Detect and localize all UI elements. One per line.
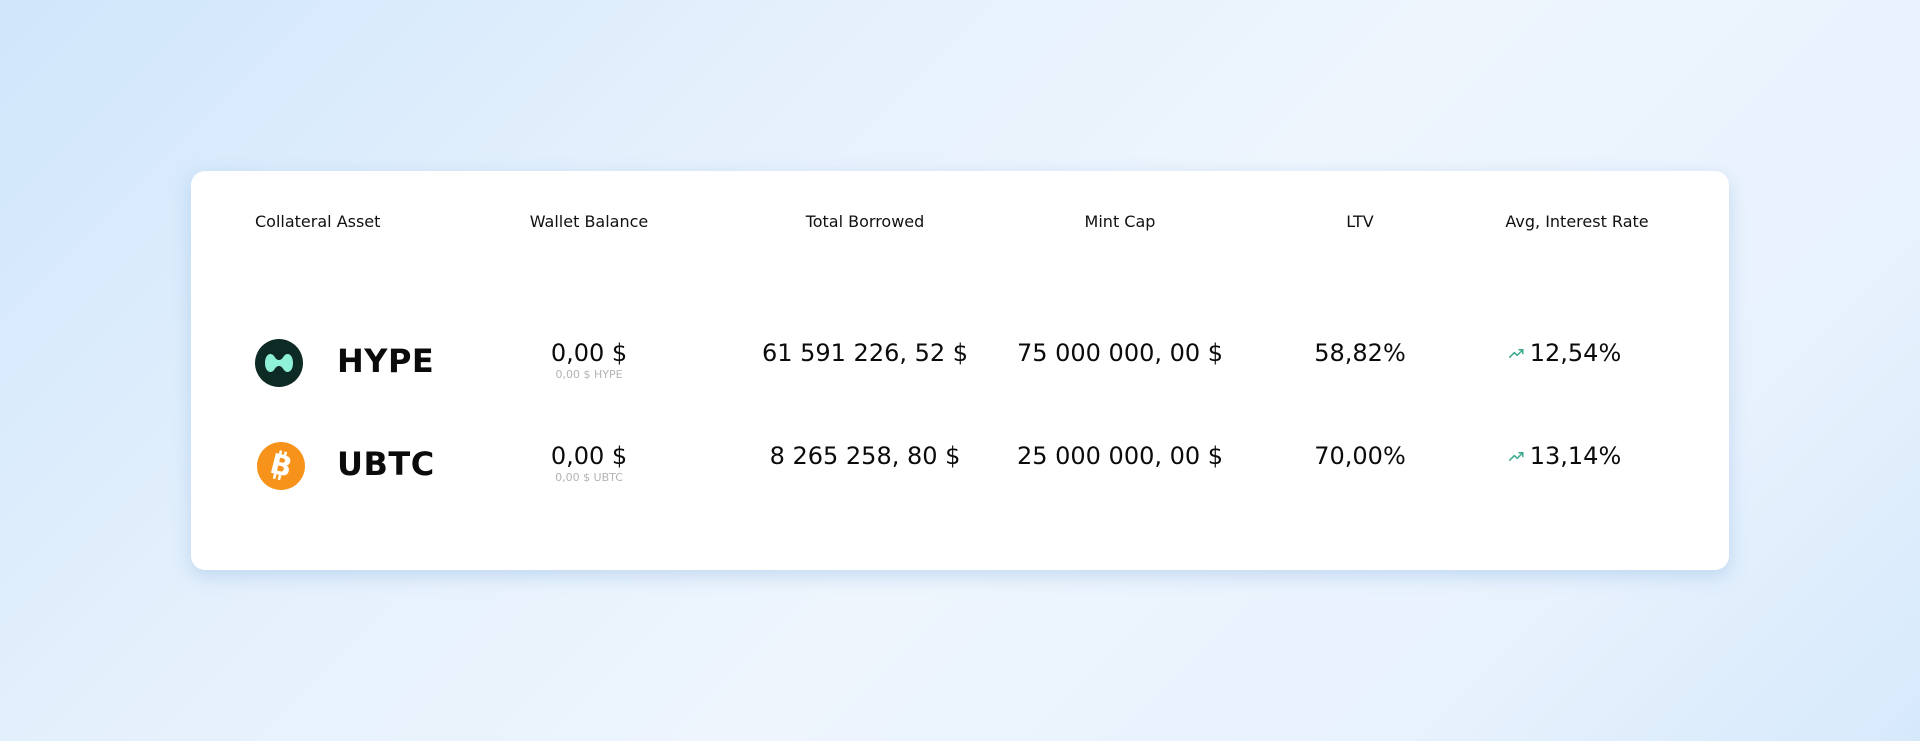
- total-borrowed-value: 61 591 226, 52 $: [761, 339, 969, 367]
- wallet-balance-value: 0,00 $: [550, 442, 628, 470]
- table-row-ubtc[interactable]: B UBTC 0,00 $ 0,00 $ UBTC 8 265 258, 80 …: [191, 442, 1729, 522]
- header-ltv: LTV: [1346, 212, 1374, 231]
- interest-rate-value: 12,54%: [1529, 339, 1622, 367]
- header-mint-cap: Mint Cap: [1084, 212, 1156, 231]
- bitcoin-logo-icon: B: [257, 442, 305, 490]
- asset-symbol: HYPE: [337, 342, 435, 380]
- interest-rate: 12,54%: [1508, 338, 1622, 368]
- interest-rate-value: 13,14%: [1529, 442, 1622, 470]
- total-borrowed-value: 8 265 258, 80 $: [769, 442, 961, 470]
- ltv-value: 70,00%: [1314, 442, 1406, 470]
- hype-logo-icon: [255, 339, 303, 387]
- table-row-hype[interactable]: HYPE 0,00 $ 0,00 $ HYPE 61 591 226, 52 $…: [191, 339, 1729, 419]
- header-avg-interest-rate: Avg, Interest Rate: [1505, 212, 1649, 231]
- header-wallet-balance: Wallet Balance: [529, 212, 649, 231]
- collateral-assets-card: Collateral Asset Wallet Balance Total Bo…: [191, 171, 1729, 570]
- asset-symbol: UBTC: [337, 445, 435, 483]
- wallet-balance-token: 0,00 $ HYPE: [555, 368, 623, 381]
- interest-rate: 13,14%: [1508, 441, 1622, 471]
- header-total-borrowed: Total Borrowed: [805, 212, 925, 231]
- wallet-balance-value: 0,00 $: [550, 339, 628, 367]
- wallet-balance-token: 0,00 $ UBTC: [555, 471, 623, 484]
- mint-cap-value: 25 000 000, 00 $: [1016, 442, 1224, 470]
- mint-cap-value: 75 000 000, 00 $: [1016, 339, 1224, 367]
- ltv-value: 58,82%: [1314, 339, 1406, 367]
- trending-up-icon: [1508, 451, 1524, 461]
- header-collateral-asset: Collateral Asset: [255, 212, 381, 231]
- trending-up-icon: [1508, 348, 1524, 358]
